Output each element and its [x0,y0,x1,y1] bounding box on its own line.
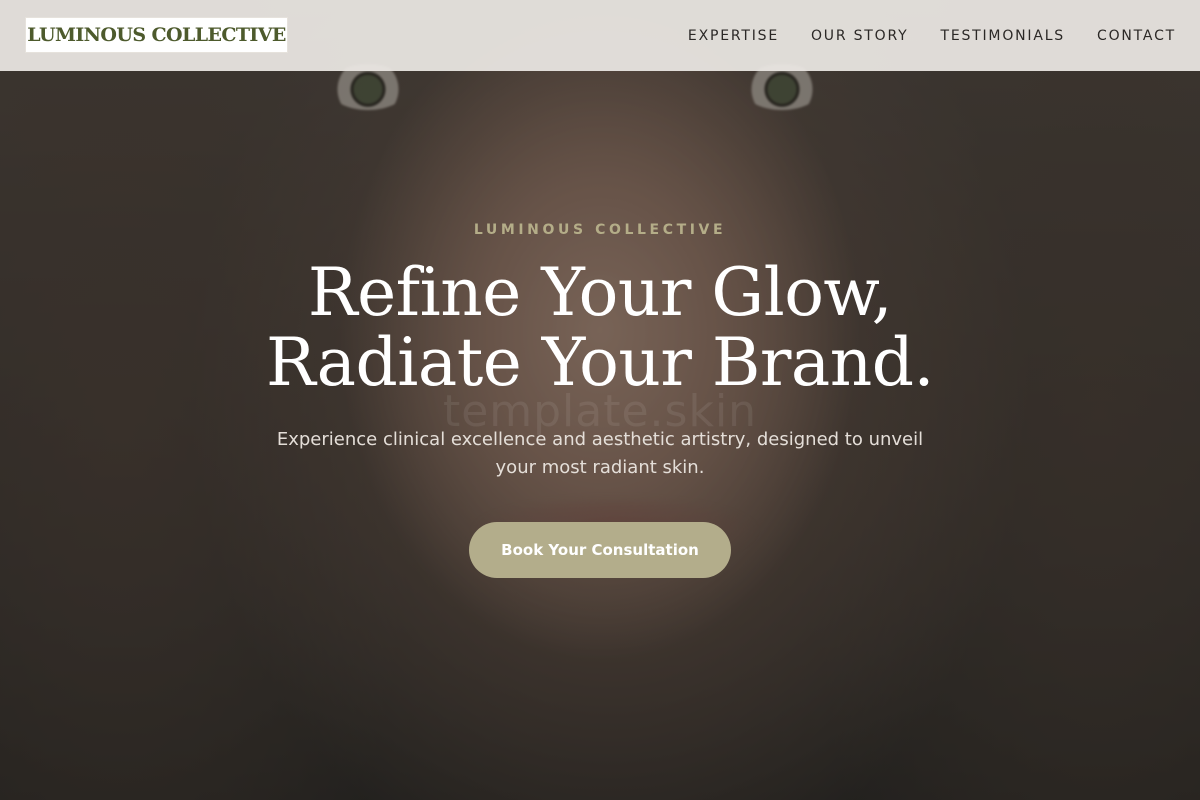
hero-eyebrow: LUMINOUS COLLECTIVE [473,222,727,238]
hero-section: LUMINOUS COLLECTIVE Refine Your Glow, Ra… [0,0,1200,800]
book-consultation-button[interactable]: Book Your Consultation [469,522,731,578]
landing-page: LUMINOUS COLLECTIVE EXPERTISE OUR STORY … [0,0,1200,800]
hero-headline: Refine Your Glow, Radiate Your Brand. [0,258,1200,398]
hero-headline-line-2: Radiate Your Brand. [265,324,935,401]
hero-headline-line-1: Refine Your Glow, [307,254,893,331]
hero-subtitle: Experience clinical excellence and aesth… [276,429,924,478]
